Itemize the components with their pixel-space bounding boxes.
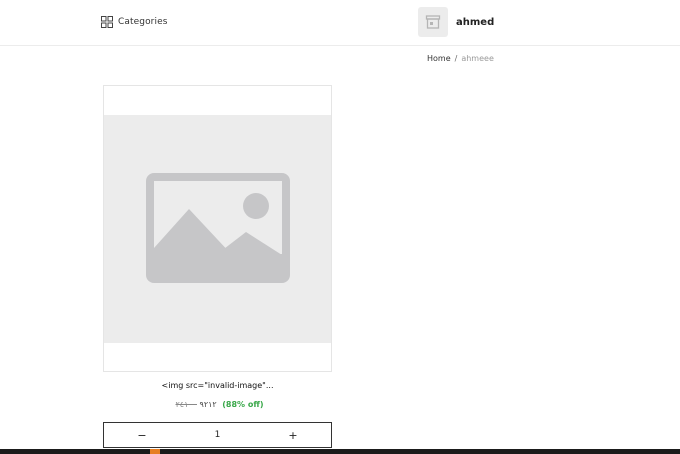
store-name: ahmed [456, 16, 495, 28]
breadcrumb: Home / ahmeee [427, 54, 494, 63]
price-original: ٢٤١٠٠ [175, 400, 197, 409]
store-link[interactable]: ahmed [418, 7, 494, 37]
decrement-button[interactable]: − [104, 423, 180, 447]
breadcrumb-separator: / [454, 54, 458, 63]
store-icon [425, 15, 441, 29]
quantity-value: 1 [214, 430, 221, 440]
price-row: ٩٢١٢ ٢٤١٠٠ (88% off) [103, 400, 332, 409]
product-card[interactable] [103, 85, 332, 372]
top-header: Categories ahmed [0, 0, 680, 46]
grid-icon [101, 16, 113, 28]
increment-button[interactable]: + [255, 423, 331, 447]
product-title[interactable]: <img src="invalid-image"... [103, 381, 332, 390]
discount-label: (88% off) [222, 400, 264, 409]
breadcrumb-home[interactable]: Home [427, 54, 451, 63]
taskbar-accent [150, 449, 160, 454]
product-image[interactable] [104, 115, 331, 343]
categories-label: Categories [118, 17, 168, 27]
breadcrumb-current: ahmeee [461, 54, 494, 63]
price-current: ٩٢١٢ [199, 400, 217, 409]
store-logo [418, 7, 448, 37]
categories-button[interactable]: Categories [101, 14, 168, 30]
taskbar [0, 449, 680, 454]
quantity-stepper: − 1 + [103, 422, 332, 448]
image-placeholder-icon [146, 173, 290, 283]
